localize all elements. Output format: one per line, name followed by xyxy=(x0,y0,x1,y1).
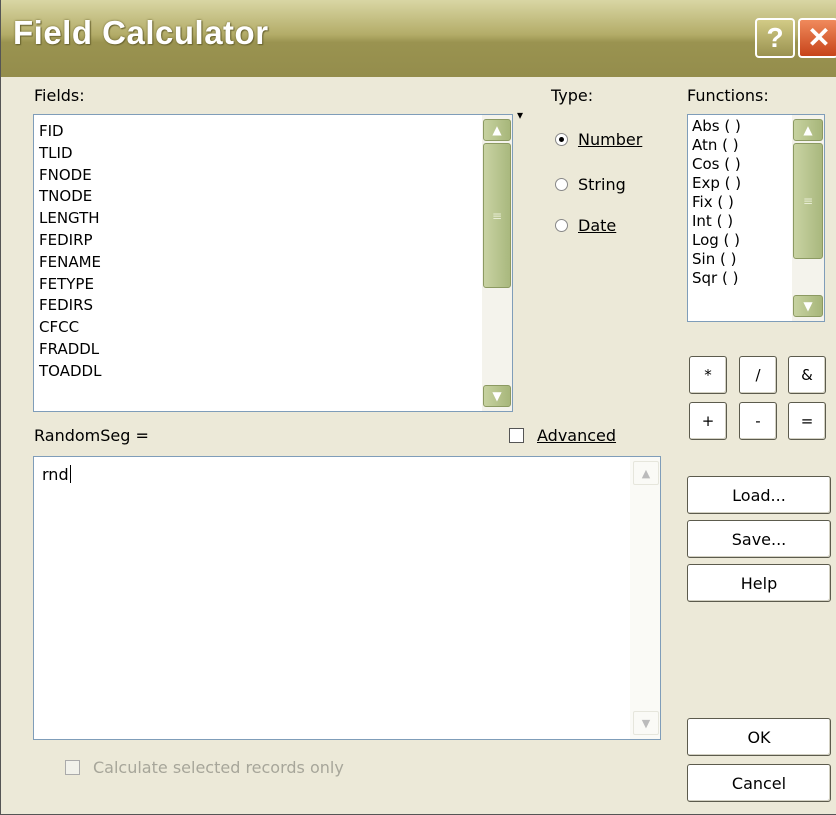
cancel-button[interactable]: Cancel xyxy=(687,764,831,802)
radio-icon xyxy=(555,178,568,191)
expression-label: RandomSeg = xyxy=(34,426,149,445)
scroll-up-icon[interactable]: ▲ xyxy=(793,119,823,141)
functions-list-item[interactable]: Exp ( ) xyxy=(688,174,741,193)
scroll-down-icon[interactable]: ▼ xyxy=(633,711,659,735)
save-button[interactable]: Save... xyxy=(687,520,831,558)
type-label: Type: xyxy=(551,86,594,105)
calc-selected-checkbox[interactable] xyxy=(65,760,80,775)
expression-input[interactable]: rnd ▲ ▼ xyxy=(33,456,661,740)
equals-button[interactable]: = xyxy=(788,402,826,440)
scroll-up-icon[interactable]: ▲ xyxy=(483,119,511,141)
fields-scrollbar[interactable]: ▲ ≡ ▼ xyxy=(482,115,512,411)
fields-list-item[interactable]: FENAME xyxy=(34,252,101,274)
fields-list[interactable]: FID TLID FNODE TNODE LENGTH FEDIRP FENAME FETYP… xyxy=(33,114,513,412)
fields-list-item[interactable]: FEDIRP xyxy=(34,230,101,252)
scroll-thumb[interactable]: ≡ xyxy=(793,143,823,259)
scroll-down-icon[interactable]: ▼ xyxy=(793,295,823,317)
functions-list-item[interactable]: Log ( ) xyxy=(688,231,741,250)
concat-button[interactable]: & xyxy=(788,356,826,394)
functions-list[interactable]: Abs ( ) Atn ( ) Cos ( ) Exp ( ) Fix ( ) Int (… xyxy=(687,114,825,322)
fields-list-item[interactable]: CFCC xyxy=(34,317,101,339)
fields-list-item[interactable]: TNODE xyxy=(34,186,101,208)
multiply-button[interactable]: * xyxy=(689,356,727,394)
functions-label: Functions: xyxy=(687,86,769,105)
fields-label: Fields: xyxy=(34,86,85,105)
field-calculator-dialog: Field Calculator ? ✕ Fields: FID TLID FNOD… xyxy=(0,0,836,815)
close-button[interactable]: ✕ xyxy=(798,18,836,58)
ok-button[interactable]: OK xyxy=(687,718,831,756)
functions-list-item[interactable]: Fix ( ) xyxy=(688,193,741,212)
functions-scrollbar[interactable]: ▲ ≡ ▼ xyxy=(792,115,824,321)
scroll-up-icon[interactable]: ▲ xyxy=(633,461,659,485)
fields-list-item[interactable]: FEDIRS xyxy=(34,295,101,317)
fields-list-item[interactable]: FNODE xyxy=(34,165,101,187)
type-number-label: Number xyxy=(578,130,643,149)
functions-list-item[interactable]: Sqr ( ) xyxy=(688,269,741,288)
window-title: Field Calculator xyxy=(13,14,269,51)
expression-text: rnd xyxy=(42,465,71,484)
close-icon: ✕ xyxy=(807,22,831,53)
calc-selected-label: Calculate selected records only xyxy=(93,758,344,777)
fields-list-item[interactable]: FID xyxy=(34,121,101,143)
functions-list-item[interactable]: Sin ( ) xyxy=(688,250,741,269)
fields-list-item[interactable]: FETYPE xyxy=(34,274,101,296)
scroll-down-icon[interactable]: ▼ xyxy=(483,385,511,407)
add-button[interactable]: + xyxy=(689,402,727,440)
subtract-button[interactable]: - xyxy=(739,402,777,440)
grip-icon: ≡ xyxy=(491,208,503,223)
type-string-radio[interactable]: String xyxy=(555,175,626,194)
title-bar[interactable]: Field Calculator ? ✕ xyxy=(1,0,836,77)
functions-list-item[interactable]: Abs ( ) xyxy=(688,117,741,136)
type-string-label: String xyxy=(578,175,626,194)
type-number-radio[interactable]: Number xyxy=(555,130,642,149)
advanced-label: Advanced xyxy=(537,426,617,445)
radio-selected-icon xyxy=(555,133,568,146)
functions-list-item[interactable]: Int ( ) xyxy=(688,212,741,231)
load-button[interactable]: Load... xyxy=(687,476,831,514)
expression-scrollbar[interactable]: ▲ ▼ xyxy=(630,457,660,739)
fields-list-item[interactable]: TOADDL xyxy=(34,361,101,383)
help-button[interactable]: Help xyxy=(687,564,831,602)
radio-icon xyxy=(555,219,568,232)
small-dropdown-icon[interactable]: ▾ xyxy=(517,108,523,122)
question-icon: ? xyxy=(766,22,784,53)
divide-button[interactable]: / xyxy=(739,356,777,394)
fields-list-item[interactable]: TLID xyxy=(34,143,101,165)
functions-list-item[interactable]: Atn ( ) xyxy=(688,136,741,155)
fields-list-item[interactable]: FRADDL xyxy=(34,339,101,361)
grip-icon: ≡ xyxy=(802,194,814,208)
fields-list-item[interactable]: LENGTH xyxy=(34,208,101,230)
scroll-thumb[interactable]: ≡ xyxy=(483,143,511,288)
advanced-checkbox[interactable] xyxy=(509,428,524,443)
type-date-radio[interactable]: Date xyxy=(555,216,616,235)
type-date-label: Date xyxy=(578,216,617,235)
text-caret xyxy=(69,465,71,483)
help-title-button[interactable]: ? xyxy=(755,18,795,58)
functions-list-item[interactable]: Cos ( ) xyxy=(688,155,741,174)
